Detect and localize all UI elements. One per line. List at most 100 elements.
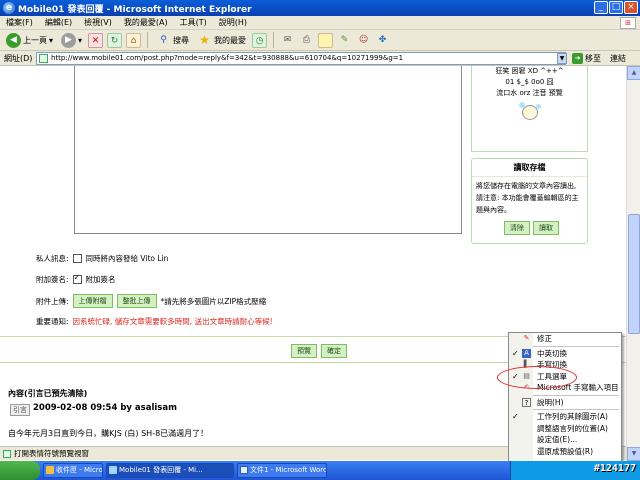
check-icon: ✓: [512, 348, 519, 358]
taskbar-item-label: 文件1 - Microsoft Word: [250, 466, 327, 474]
taskbar-item-ie[interactable]: Mobile01 發表回覆 - Mi...: [106, 463, 234, 478]
annotation-circle: [497, 366, 577, 389]
refresh-icon[interactable]: ↻: [107, 32, 123, 48]
preview-button[interactable]: 預覽: [291, 344, 317, 358]
taskbar: 收件匣 - Microsoft Outlook Mobile01 發表回覆 - …: [0, 461, 640, 480]
toolbar-separator: [147, 32, 149, 48]
menu-tools[interactable]: 工具(T): [180, 17, 207, 28]
load-draft-description: 將您儲存在電腦的文章內容讀出, 請注意: 本功能會覆蓋編輯區的主題與內容。: [476, 182, 579, 214]
menu-item-adjust-position[interactable]: 調整語言列的位置(A): [509, 423, 621, 435]
back-arrow-icon: ◀: [6, 32, 21, 48]
private-message-label: 私人訊息:: [36, 254, 69, 263]
menu-edit[interactable]: 編輯(E): [45, 17, 72, 28]
load-draft-panel: 讀取存檔 將您儲存在電腦的文章內容讀出, 請注意: 本功能會覆蓋編輯區的主題與內…: [471, 158, 588, 244]
menu-item-extra-icons[interactable]: ✓ 工作列的其餘圖示(A): [509, 411, 621, 423]
toolbar: ◀ 上一頁 ▾ ▶ ▾ ✕ ↻ ⌂ ⚲ 搜尋 ★ 我的最愛 ◷ ✉ ⎙ ✎ ☺ …: [0, 30, 640, 51]
emoticon-row[interactable]: 狂笑 困窘 XD ^++^: [472, 66, 587, 77]
ie-icon: [109, 466, 117, 474]
menu-item-settings[interactable]: 設定值(E)...: [509, 434, 621, 446]
research-icon[interactable]: ✎: [337, 33, 352, 48]
outlook-icon: [46, 466, 54, 474]
notice-label: 重要通知:: [36, 317, 69, 326]
windows-logo-icon: ⊞: [620, 17, 636, 29]
scroll-thumb[interactable]: [628, 214, 640, 334]
menu-item-restore-defaults[interactable]: 還原成預設值(R): [509, 446, 621, 458]
signature-checkbox[interactable]: [72, 273, 82, 284]
messenger-icon[interactable]: ☺: [356, 33, 371, 48]
tools-icon[interactable]: ✤: [375, 33, 390, 48]
favorites-button[interactable]: ★ 我的最愛: [195, 32, 248, 49]
forward-button[interactable]: ▶ ▾: [59, 32, 84, 49]
menu-file[interactable]: 檔案(F): [6, 17, 33, 28]
taskbar-item-label: Mobile01 發表回覆 - Mi...: [119, 466, 203, 474]
address-url: http://www.mobile01.com/post.php?mode=re…: [51, 54, 404, 62]
upload-attachment-button[interactable]: 上傳附檔: [72, 294, 113, 308]
batch-upload-button[interactable]: 整批上傳: [116, 294, 157, 308]
go-arrow-icon: ➜: [572, 53, 583, 64]
home-icon[interactable]: ⌂: [126, 32, 142, 48]
quote-body: 自今年元月3日直到今日，購KJS (白) SH-8已滿週月了！: [8, 429, 209, 438]
notice-row: 重要通知: 因系統忙碌, 儲存文章需要較多時間, 送出文章時請耐心等候!: [36, 316, 273, 327]
submit-button[interactable]: 確定: [321, 344, 347, 358]
emoticon-row[interactable]: 流口水 orz 注音 預覽: [472, 88, 587, 99]
help-icon: ?: [522, 397, 531, 407]
ie-icon: e: [3, 2, 15, 14]
attachment-label: 附件上傳:: [36, 296, 69, 306]
vertical-scrollbar[interactable]: ▲ ▼: [626, 66, 640, 461]
print-icon[interactable]: ⎙: [299, 33, 314, 48]
menu-view[interactable]: 檢視(V): [84, 17, 112, 28]
taskbar-item-label: 收件匣 - Microsoft Outlook: [56, 466, 103, 474]
private-message-checkbox[interactable]: [72, 254, 82, 263]
scroll-up-icon[interactable]: ▲: [627, 66, 640, 80]
load-button[interactable]: 讀取: [533, 221, 559, 235]
mail-icon[interactable]: ✉: [280, 33, 295, 48]
watermark-badge: #124177: [593, 463, 636, 474]
folder-icon[interactable]: [318, 32, 334, 48]
stop-icon[interactable]: ✕: [88, 32, 104, 48]
menu-help[interactable]: 說明(H): [219, 17, 247, 28]
word-icon: [240, 466, 248, 474]
language-bar-context-menu: ✎ 修正 ✓ A 中英切換 ▌ 手寫切換 ✓ ▤ 工具選單 ✍ Microsof…: [508, 332, 622, 472]
check-icon: ✓: [512, 412, 519, 421]
search-label: 搜尋: [173, 35, 190, 45]
menu-item-correction[interactable]: ✎ 修正: [509, 333, 621, 345]
address-input[interactable]: http://www.mobile01.com/post.php?mode=re…: [36, 52, 566, 65]
go-button[interactable]: ➜ 移至: [572, 53, 601, 64]
window-title-bar[interactable]: e Mobile01 發表回覆 - Microsoft Internet Exp…: [0, 0, 640, 16]
menu-item-help[interactable]: ? 說明(H): [509, 397, 621, 409]
history-icon[interactable]: ◷: [252, 32, 268, 48]
taskbar-item-outlook[interactable]: 收件匣 - Microsoft Outlook: [43, 463, 103, 478]
links-button[interactable]: 連結: [610, 53, 626, 64]
menu-item-label: 調整語言列的位置(A): [537, 423, 608, 433]
menu-item-label: 中英切換: [537, 348, 567, 358]
menu-item-label: 還原成預設值(R): [537, 446, 594, 456]
address-dropdown-icon[interactable]: ▼: [557, 53, 567, 64]
signature-row: 附加簽名: 附加簽名: [36, 273, 116, 285]
star-icon: ★: [199, 32, 210, 47]
menu-favorites[interactable]: 我的最愛(A): [124, 17, 168, 28]
pen-icon: ✎: [523, 334, 530, 342]
taskbar-item-word[interactable]: 文件1 - Microsoft Word: [237, 463, 327, 478]
toolbar-separator: [273, 32, 275, 48]
system-tray: #124177: [510, 461, 640, 480]
maximize-button[interactable]: □: [609, 1, 623, 14]
private-message-option: 同時將內容發給 Vito Lin: [85, 254, 169, 263]
menu-item-lang-switch[interactable]: ✓ A 中英切換: [509, 348, 621, 360]
scroll-down-icon[interactable]: ▼: [627, 447, 640, 461]
clear-button[interactable]: 清除: [504, 221, 530, 235]
search-button[interactable]: ⚲ 搜尋: [154, 32, 191, 49]
address-bar: 網址(D) http://www.mobile01.com/post.php?m…: [0, 51, 640, 66]
emoticon-row[interactable]: 01 $_$ 0o0 囧: [472, 77, 587, 88]
post-textarea[interactable]: [74, 66, 462, 234]
emoticon-panel: 狂笑 困窘 XD ^++^ 01 $_$ 0o0 囧 流口水 orz 注音 預覽: [471, 66, 588, 152]
minimize-button[interactable]: _: [594, 1, 608, 14]
forward-arrow-icon: ▶: [61, 32, 77, 48]
menu-item-label: 修正: [537, 334, 552, 343]
back-button[interactable]: ◀ 上一頁 ▾: [4, 32, 55, 49]
signature-option: 附加簽名: [85, 275, 116, 284]
chevron-down-icon: ▾: [78, 35, 83, 45]
close-button[interactable]: ×: [624, 1, 638, 14]
attachment-row: 附件上傳: 上傳附檔 整批上傳 *請先將多張圖片以ZIP格式壓縮: [36, 294, 266, 308]
quote-meta: 2009-02-08 09:54 by asalisam: [33, 403, 177, 413]
start-button[interactable]: [0, 461, 40, 480]
